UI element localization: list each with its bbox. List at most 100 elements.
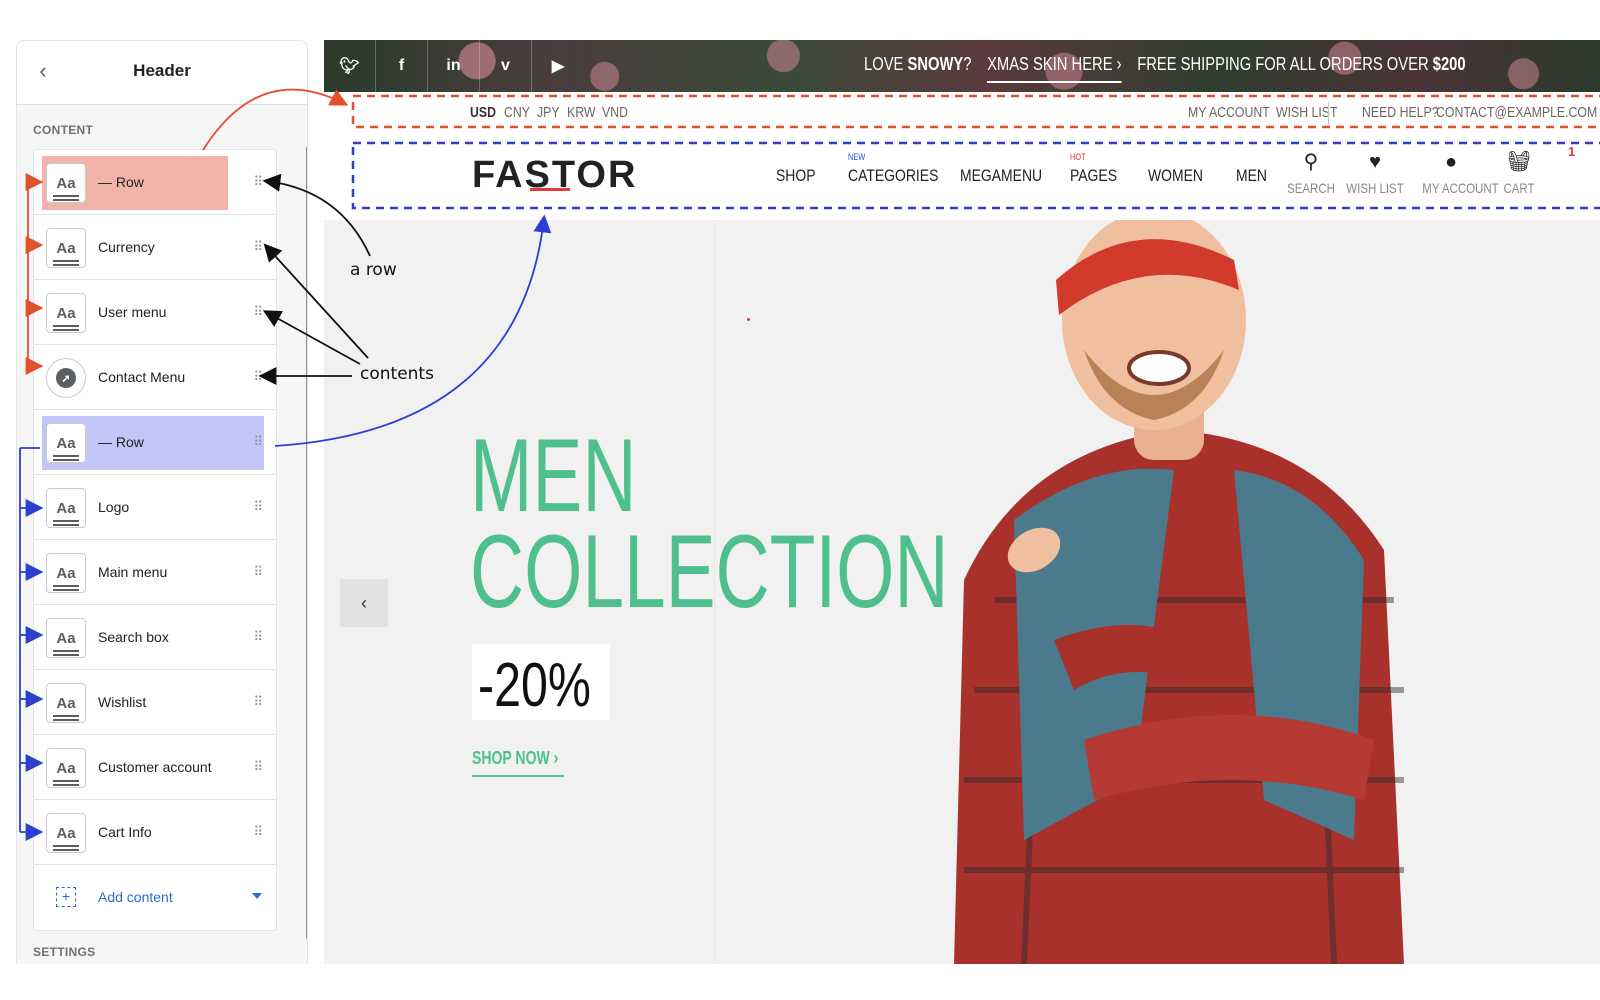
promo-topbar: 🐦︎ f in v ▶ LOVE SNOWY? XMAS SKIN HERE ›… — [324, 40, 1600, 92]
tool-label: SEARCH — [1287, 180, 1335, 196]
slider-prev-button[interactable]: ‹ — [340, 579, 388, 627]
hero-title-line-1: MEN — [470, 418, 637, 534]
drag-handle-icon[interactable]: ⠿ — [253, 499, 262, 515]
divider — [1328, 102, 1329, 126]
list-item-row-1[interactable]: Aa — Row ⠿ — [34, 150, 276, 215]
promo-love: LOVE — [864, 54, 904, 74]
currency-vnd[interactable]: VND — [602, 104, 628, 121]
model-mouth — [1127, 350, 1191, 386]
drag-handle-icon[interactable]: ⠿ — [253, 369, 262, 385]
drag-handle-icon[interactable]: ⠿ — [253, 239, 262, 255]
list-item-label: Currency — [98, 239, 155, 255]
promo-skin-label: XMAS SKIN HERE — [987, 54, 1113, 74]
panel-scrollbar[interactable] — [306, 145, 307, 941]
contact-email-link[interactable]: CONTACT@EXAMPLE.COM — [1436, 104, 1597, 121]
heart-icon: ♥ — [1369, 151, 1381, 173]
drag-handle-icon[interactable]: ⠿ — [253, 434, 262, 450]
chevron-left-icon: ‹ — [361, 592, 367, 613]
currency-jpy[interactable]: JPY — [537, 104, 560, 121]
nav-men[interactable]: MEN — [1236, 166, 1267, 186]
marker-dot — [747, 318, 750, 321]
promo-text: LOVE SNOWY? XMAS SKIN HERE › FREE SHIPPI… — [864, 54, 1466, 83]
panel-title: Header — [133, 61, 191, 80]
text-icon: Aa — [46, 163, 86, 203]
section-label-content: CONTENT — [33, 123, 94, 137]
nav-shop[interactable]: SHOP — [776, 166, 816, 186]
nav-tag-new: NEW — [848, 152, 866, 162]
list-item-label: — Row — [98, 174, 144, 190]
drag-handle-icon[interactable]: ⠿ — [253, 759, 262, 775]
facebook-icon[interactable]: f — [376, 40, 428, 92]
drag-handle-icon[interactable]: ⠿ — [253, 304, 262, 320]
tool-label: MY ACCOUNT — [1422, 180, 1499, 196]
list-item-customer-account[interactable]: Aa Customer account ⠿ — [34, 735, 276, 800]
search-tool[interactable]: ⚲ SEARCH — [1276, 150, 1346, 196]
user-icon: ● — [1444, 151, 1458, 173]
text-icon: Aa — [46, 813, 86, 853]
vimeo-icon[interactable]: v — [480, 40, 532, 92]
currency-krw[interactable]: KRW — [567, 104, 595, 121]
nav-pages[interactable]: PAGES — [1070, 166, 1117, 186]
nav-categories[interactable]: CATEGORIES — [848, 166, 938, 186]
content-list: Aa — Row ⠿ Aa Currency ⠿ Aa User menu ⠿ … — [33, 149, 277, 931]
drag-handle-icon[interactable]: ⠿ — [253, 824, 262, 840]
tool-label: CART — [1503, 180, 1535, 196]
promo-question: ? — [963, 54, 972, 74]
nav-women[interactable]: WOMEN — [1148, 166, 1203, 186]
promo-snowy: SNOWY — [907, 54, 964, 74]
list-item-label: Main menu — [98, 564, 168, 580]
text-icon: Aa — [46, 293, 86, 333]
need-help-label: NEED HELP? — [1362, 104, 1439, 121]
tool-label: WISH LIST — [1346, 180, 1404, 196]
list-item-label: Customer account — [98, 759, 212, 775]
text-icon: Aa — [46, 748, 86, 788]
discount-text: -20% — [478, 651, 591, 720]
add-content-label: Add content — [98, 889, 173, 905]
drag-handle-icon[interactable]: ⠿ — [253, 174, 262, 190]
wishlist-tool[interactable]: ♥ WISH LIST — [1340, 150, 1410, 196]
list-item-main-menu[interactable]: Aa Main menu ⠿ — [34, 540, 276, 605]
list-item-row-2[interactable]: Aa — Row ⠿ — [34, 410, 276, 475]
list-item-search-box[interactable]: Aa Search box ⠿ — [34, 605, 276, 670]
linkedin-icon[interactable]: in — [428, 40, 480, 92]
text-icon: Aa — [46, 683, 86, 723]
list-item-user-menu[interactable]: Aa User menu ⠿ — [34, 280, 276, 345]
annotation-a-row: a row — [350, 260, 397, 280]
list-item-logo[interactable]: Aa Logo ⠿ — [34, 475, 276, 540]
caret-down-icon[interactable] — [252, 893, 262, 899]
add-content-button[interactable]: + Add content — [34, 865, 276, 930]
hero-title-line-2: COLLECTION — [470, 514, 949, 630]
text-icon: Aa — [46, 228, 86, 268]
list-item-cart-info[interactable]: Aa Cart Info ⠿ — [34, 800, 276, 865]
text-icon: Aa — [46, 488, 86, 528]
list-item-contact-menu[interactable]: ➚ Contact Menu ⠿ — [34, 345, 276, 410]
header-editor-panel: ‹ Header CONTENT Aa — Row ⠿ Aa Currency … — [16, 40, 308, 964]
text-icon: Aa — [46, 423, 86, 463]
promo-skin-link[interactable]: XMAS SKIN HERE › — [987, 54, 1122, 83]
nav-tag-hot: HOT — [1070, 152, 1086, 162]
currency-cny[interactable]: CNY — [504, 104, 530, 121]
account-tool[interactable]: ● MY ACCOUNT — [1416, 150, 1499, 196]
text-icon: Aa — [46, 618, 86, 658]
utility-bar: USD CNY JPY KRW VND MY ACCOUNT WISH LIST… — [324, 92, 1600, 136]
add-section-icon: + — [56, 887, 76, 907]
list-item-label: Contact Menu — [98, 369, 186, 385]
nav-megamenu[interactable]: MEGAMENU — [960, 166, 1042, 186]
currency-usd[interactable]: USD — [470, 104, 496, 121]
drag-handle-icon[interactable]: ⠿ — [253, 564, 262, 580]
cart-tool[interactable]: 🧺︎ CART — [1484, 150, 1554, 196]
store-preview: 🐦︎ f in v ▶ LOVE SNOWY? XMAS SKIN HERE ›… — [324, 40, 1600, 964]
logo-accent — [530, 188, 570, 191]
drag-handle-icon[interactable]: ⠿ — [253, 629, 262, 645]
shop-now-link[interactable]: SHOP NOW › — [472, 748, 558, 769]
twitter-icon[interactable]: 🐦︎ — [324, 40, 376, 92]
promo-shipping: FREE SHIPPING FOR ALL ORDERS OVER — [1137, 54, 1429, 74]
list-item-currency[interactable]: Aa Currency ⠿ — [34, 215, 276, 280]
my-account-link[interactable]: MY ACCOUNT — [1188, 104, 1270, 121]
drag-handle-icon[interactable]: ⠿ — [253, 694, 262, 710]
list-item-label: Wishlist — [98, 694, 147, 710]
compass-icon: ➚ — [46, 358, 86, 398]
list-item-wishlist[interactable]: Aa Wishlist ⠿ — [34, 670, 276, 735]
youtube-icon[interactable]: ▶ — [532, 40, 584, 92]
cart-icon: 🧺︎ — [1506, 151, 1532, 173]
